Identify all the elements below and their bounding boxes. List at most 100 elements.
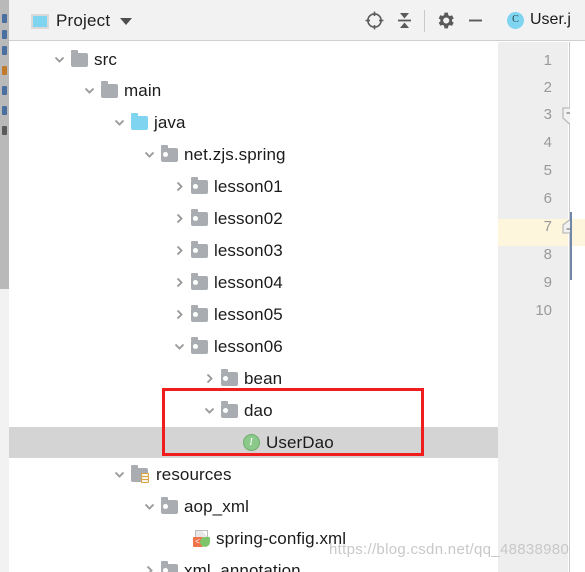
package-folder-icon bbox=[159, 139, 179, 170]
chevron-right-icon[interactable] bbox=[139, 555, 159, 572]
hide-minus-icon[interactable] bbox=[460, 6, 490, 36]
chevron-right-icon[interactable] bbox=[169, 299, 189, 330]
tree-row-resources[interactable]: resources bbox=[9, 459, 498, 490]
chevron-right-icon[interactable] bbox=[169, 203, 189, 234]
tree-row-spring-config-xml[interactable]: < spring-config.xml bbox=[9, 523, 498, 554]
strip-icon-4[interactable] bbox=[2, 66, 7, 75]
tree-row-lesson02[interactable]: lesson02 bbox=[9, 203, 498, 234]
java-class-icon: C bbox=[507, 11, 524, 29]
tree-row-lesson05[interactable]: lesson05 bbox=[9, 299, 498, 330]
tree-row-xml-annotation[interactable]: xml_annotation bbox=[9, 555, 498, 572]
project-panel-title: Project bbox=[56, 11, 111, 30]
tree-row-main[interactable]: main bbox=[9, 75, 498, 106]
tree-row-java[interactable]: java bbox=[9, 107, 498, 138]
chevron-down-icon[interactable] bbox=[139, 491, 159, 522]
settings-gear-icon[interactable] bbox=[430, 6, 460, 36]
toolbar-divider bbox=[424, 9, 425, 32]
package-folder-icon bbox=[219, 395, 239, 426]
chevron-right-icon[interactable] bbox=[169, 235, 189, 266]
tree-node-label: bean bbox=[244, 368, 283, 388]
caret-line-highlight-code bbox=[570, 219, 585, 246]
package-folder-icon bbox=[189, 267, 209, 298]
line-number: 10 bbox=[535, 302, 552, 319]
line-number: 1 bbox=[543, 52, 552, 69]
editor-tab-bar: C User.j bbox=[498, 0, 585, 41]
tree-node-label: lesson01 bbox=[214, 176, 283, 196]
line-number: 4 bbox=[543, 134, 552, 151]
project-panel-header: Project bbox=[9, 0, 498, 41]
line-number: 9 bbox=[543, 274, 552, 291]
editor-gutter[interactable]: 1 2 3 4 5 6 7 8 9 10 bbox=[498, 42, 568, 572]
package-folder-icon bbox=[189, 299, 209, 330]
tree-node-label: main bbox=[124, 80, 162, 100]
tree-row-lesson03[interactable]: lesson03 bbox=[9, 235, 498, 266]
tree-node-label: lesson04 bbox=[214, 272, 283, 292]
tree-node-label: java bbox=[154, 112, 186, 132]
tree-node-label: src bbox=[94, 49, 117, 69]
resource-folder-icon bbox=[129, 459, 149, 490]
package-folder-icon bbox=[159, 491, 179, 522]
line-number: 2 bbox=[543, 79, 552, 96]
ide-window: Project src main java net.zjs.spring les… bbox=[0, 0, 585, 572]
chevron-right-icon[interactable] bbox=[169, 171, 189, 202]
source-folder-icon bbox=[129, 107, 149, 138]
editor-panel: C User.j 1 2 3 4 5 6 7 8 9 10 bbox=[498, 0, 585, 572]
tree-row-dao[interactable]: dao bbox=[9, 395, 498, 426]
strip-icon-7[interactable] bbox=[2, 126, 7, 135]
tree-row-lesson01[interactable]: lesson01 bbox=[9, 171, 498, 202]
line-number: 8 bbox=[543, 246, 552, 263]
tree-node-label: spring-config.xml bbox=[216, 528, 347, 548]
tree-row-lesson06[interactable]: lesson06 bbox=[9, 331, 498, 362]
left-strip-icons bbox=[0, 14, 9, 244]
package-folder-icon bbox=[189, 235, 209, 266]
line-number: 5 bbox=[543, 162, 552, 179]
tree-row-src[interactable]: src bbox=[9, 44, 498, 75]
tree-node-label: UserDao bbox=[266, 432, 334, 452]
project-panel-toolbar bbox=[359, 0, 498, 41]
line-number: 6 bbox=[543, 190, 552, 207]
package-folder-icon bbox=[159, 555, 179, 572]
chevron-right-icon[interactable] bbox=[169, 267, 189, 298]
interface-icon: I bbox=[241, 427, 261, 458]
tree-node-label: dao bbox=[244, 400, 273, 420]
project-tool-window: Project src main java net.zjs.spring les… bbox=[9, 0, 498, 572]
chevron-down-icon[interactable] bbox=[199, 395, 219, 426]
tree-row-net-zjs-spring[interactable]: net.zjs.spring bbox=[9, 139, 498, 170]
chevron-down-icon[interactable] bbox=[109, 459, 129, 490]
chevron-down-icon[interactable] bbox=[139, 139, 159, 170]
project-title-group[interactable]: Project bbox=[31, 9, 133, 33]
package-folder-icon bbox=[189, 331, 209, 362]
caret-line-highlight bbox=[498, 219, 568, 246]
folder-icon bbox=[99, 75, 119, 106]
project-panel-icon bbox=[31, 13, 49, 29]
chevron-down-icon[interactable] bbox=[109, 107, 129, 138]
tree-row-lesson04[interactable]: lesson04 bbox=[9, 267, 498, 298]
strip-icon-3[interactable] bbox=[2, 46, 7, 55]
chevron-down-icon[interactable] bbox=[49, 44, 69, 75]
line-number: 3 bbox=[543, 106, 552, 123]
package-folder-icon bbox=[219, 363, 239, 394]
tree-node-label: lesson06 bbox=[214, 336, 283, 356]
strip-icon-1[interactable] bbox=[2, 14, 7, 23]
editor-code-area[interactable] bbox=[570, 42, 585, 572]
folder-icon bbox=[69, 44, 89, 75]
tree-row-aop-xml[interactable]: aop_xml bbox=[9, 491, 498, 522]
tree-row-bean[interactable]: bean bbox=[9, 363, 498, 394]
chevron-down-icon[interactable] bbox=[169, 331, 189, 362]
tree-node-label: lesson03 bbox=[214, 240, 283, 260]
strip-icon-2[interactable] bbox=[2, 30, 7, 39]
locate-icon[interactable] bbox=[359, 6, 389, 36]
tree-node-label: lesson02 bbox=[214, 208, 283, 228]
chevron-down-icon[interactable] bbox=[120, 17, 133, 25]
strip-icon-5[interactable] bbox=[2, 86, 7, 95]
tree-row-userdao[interactable]: I UserDao bbox=[9, 427, 498, 458]
editor-tab-user-java[interactable]: C User.j bbox=[507, 8, 571, 32]
strip-icon-6[interactable] bbox=[2, 106, 7, 115]
chevron-right-icon[interactable] bbox=[199, 363, 219, 394]
editor-tab-label: User.j bbox=[530, 11, 571, 28]
line-number: 7 bbox=[543, 218, 552, 235]
chevron-down-icon[interactable] bbox=[79, 75, 99, 106]
package-folder-icon bbox=[189, 203, 209, 234]
collapse-all-icon[interactable] bbox=[389, 6, 419, 36]
project-tree[interactable]: src main java net.zjs.spring lesson01 le… bbox=[9, 41, 498, 572]
